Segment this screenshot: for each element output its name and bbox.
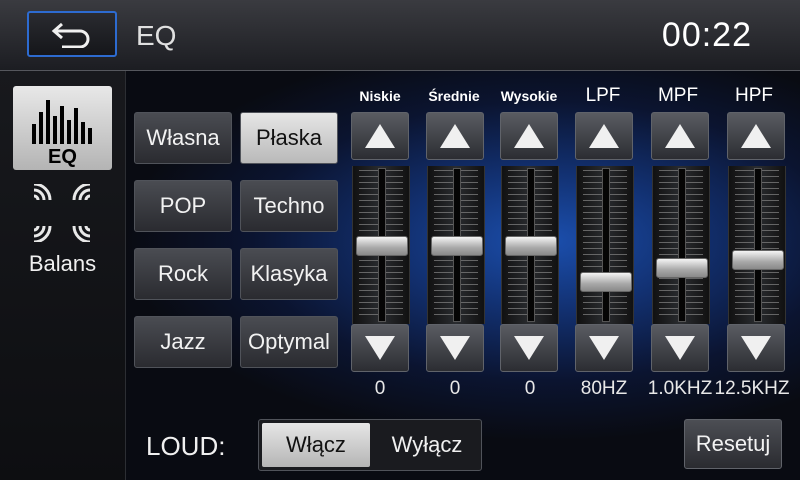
- band-label: HPF: [735, 85, 773, 106]
- band-value: 0: [449, 378, 461, 399]
- slider-knob[interactable]: [431, 236, 483, 256]
- band-slider[interactable]: [652, 166, 710, 324]
- preset-klasyka-button[interactable]: Klasyka: [240, 248, 338, 300]
- arrow-up-icon: [741, 124, 771, 148]
- arrow-up-icon: [365, 124, 395, 148]
- arrow-down-icon: [665, 336, 695, 360]
- band-down-button[interactable]: [351, 324, 409, 372]
- preset-plaska-button[interactable]: Płaska: [240, 112, 338, 164]
- sidebar-item-eq[interactable]: EQ: [13, 86, 112, 170]
- back-arrow-icon: [51, 22, 90, 48]
- band-up-button[interactable]: [727, 112, 785, 160]
- band-up-button[interactable]: [426, 112, 484, 160]
- band-up-button[interactable]: [651, 112, 709, 160]
- reset-button[interactable]: Resetuj: [684, 419, 782, 469]
- band-slider[interactable]: [427, 166, 485, 324]
- preset-techno-button[interactable]: Techno: [240, 180, 338, 232]
- sidebar-item-eq-label: EQ: [48, 146, 77, 168]
- speaker-waves-icon[interactable]: [30, 184, 94, 242]
- top-bar: EQ 00:22: [0, 0, 800, 71]
- band-slider[interactable]: [728, 166, 786, 324]
- band-label: Niskie: [359, 88, 401, 104]
- sidebar: EQ Balans: [0, 71, 126, 480]
- clock: 00:22: [661, 16, 752, 54]
- arrow-up-icon: [514, 124, 544, 148]
- band-down-button[interactable]: [651, 324, 709, 372]
- band-value: 80HZ: [580, 378, 628, 399]
- band-label: Średnie: [428, 88, 480, 104]
- band-down-button[interactable]: [727, 324, 785, 372]
- equalizer-bars-icon: [31, 100, 92, 144]
- band-value: 0: [374, 378, 386, 399]
- loud-label: LOUD:: [146, 431, 226, 461]
- band-slider[interactable]: [352, 166, 410, 324]
- loud-off-button[interactable]: Wyłącz: [373, 420, 481, 470]
- band-value: 12.5KHZ: [714, 378, 790, 399]
- arrow-down-icon: [440, 336, 470, 360]
- arrow-down-icon: [589, 336, 619, 360]
- band-down-button[interactable]: [575, 324, 633, 372]
- preset-pop-button[interactable]: POP: [134, 180, 232, 232]
- band-slider[interactable]: [501, 166, 559, 324]
- arrow-down-icon: [741, 336, 771, 360]
- preset-wlasna-button[interactable]: Własna: [134, 112, 232, 164]
- arrow-up-icon: [589, 124, 619, 148]
- preset-optymal-button[interactable]: Optymal: [240, 316, 338, 368]
- arrow-up-icon: [440, 124, 470, 148]
- preset-rock-button[interactable]: Rock: [134, 248, 232, 300]
- band-slider[interactable]: [576, 166, 634, 324]
- band-up-button[interactable]: [500, 112, 558, 160]
- preset-jazz-button[interactable]: Jazz: [134, 316, 232, 368]
- slider-knob[interactable]: [505, 236, 557, 256]
- sidebar-item-balance-label[interactable]: Balans: [0, 251, 125, 277]
- loud-on-button[interactable]: Włącz: [262, 423, 370, 467]
- slider-knob[interactable]: [732, 250, 784, 271]
- loud-toggle: Włącz Wyłącz: [258, 419, 482, 471]
- band-down-button[interactable]: [426, 324, 484, 372]
- band-down-button[interactable]: [500, 324, 558, 372]
- slider-knob[interactable]: [356, 236, 408, 256]
- arrow-up-icon: [665, 124, 695, 148]
- arrow-down-icon: [365, 336, 395, 360]
- arrow-down-icon: [514, 336, 544, 360]
- band-up-button[interactable]: [575, 112, 633, 160]
- band-up-button[interactable]: [351, 112, 409, 160]
- slider-knob[interactable]: [656, 257, 708, 278]
- band-label: Wysokie: [500, 88, 558, 104]
- band-value: 1.0KHZ: [647, 378, 713, 399]
- page-title: EQ: [136, 20, 177, 51]
- band-value: 0: [524, 378, 536, 399]
- slider-knob[interactable]: [580, 271, 632, 292]
- band-label: LPF: [585, 85, 621, 106]
- back-button[interactable]: [27, 11, 117, 57]
- band-label: MPF: [657, 85, 699, 106]
